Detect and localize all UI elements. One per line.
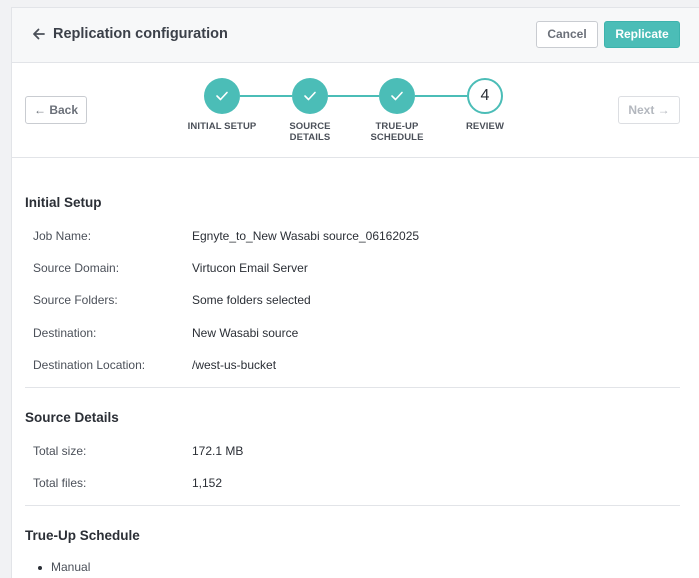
replicate-button[interactable]: Replicate [604, 21, 680, 48]
section-divider [25, 387, 680, 388]
job-name-value: Egnyte_to_New Wasabi source_06162025 [192, 229, 420, 243]
step-true-up-schedule[interactable] [379, 78, 415, 114]
cancel-button[interactable]: Cancel [536, 21, 598, 48]
destination-location-label: Destination Location: [33, 358, 146, 372]
total-files-value: 1,152 [192, 476, 223, 490]
step-label-initial-setup: INITIAL SETUP [187, 121, 257, 132]
schedule-item: Manual [51, 560, 91, 574]
back-button[interactable]: ← Back [25, 96, 87, 124]
source-domain-label: Source Domain: [33, 261, 120, 275]
destination-value: New Wasabi source [192, 326, 299, 340]
section-divider [25, 505, 680, 506]
replication-config-panel: Replication configuration Cancel Replica… [11, 7, 699, 578]
source-folders-value: Some folders selected [192, 293, 311, 307]
next-button[interactable]: Next → [618, 96, 680, 124]
total-files-label: Total files: [33, 476, 87, 490]
step-label-source-details: SOURCE DETAILS [289, 121, 331, 143]
step-connector [328, 95, 379, 97]
source-domain-value: Virtucon Email Server [192, 261, 308, 275]
step-label-true-up-schedule: TRUE-UP SCHEDULE [370, 121, 424, 143]
bullet-icon [38, 566, 42, 570]
step-number: 4 [480, 87, 490, 104]
stepper: ← Back Next → 4 INITIAL SETUP SOURCE DET… [12, 63, 699, 158]
source-folders-label: Source Folders: [33, 293, 118, 307]
section-title-initial-setup: Initial Setup [25, 195, 102, 210]
destination-label: Destination: [33, 326, 97, 340]
section-title-source-details: Source Details [25, 410, 119, 425]
total-size-label: Total size: [33, 444, 87, 458]
job-name-label: Job Name: [33, 229, 92, 243]
review-content: Initial Setup Job Name: Egnyte_to_New Wa… [12, 159, 699, 578]
total-size-value: 172.1 MB [192, 444, 244, 458]
back-arrow-icon[interactable] [32, 26, 46, 42]
header-bar: Replication configuration Cancel Replica… [12, 8, 699, 63]
section-title-true-up-schedule: True-Up Schedule [25, 528, 140, 543]
step-connector [240, 95, 292, 97]
check-icon [216, 91, 228, 101]
check-icon [304, 91, 316, 101]
step-source-details[interactable] [292, 78, 328, 114]
step-label-review: REVIEW [465, 121, 505, 132]
check-icon [391, 91, 403, 101]
step-review[interactable]: 4 [467, 78, 503, 114]
step-connector [415, 95, 467, 97]
destination-location-value: /west-us-bucket [192, 358, 277, 372]
page-title: Replication configuration [53, 26, 228, 42]
step-initial-setup[interactable] [204, 78, 240, 114]
